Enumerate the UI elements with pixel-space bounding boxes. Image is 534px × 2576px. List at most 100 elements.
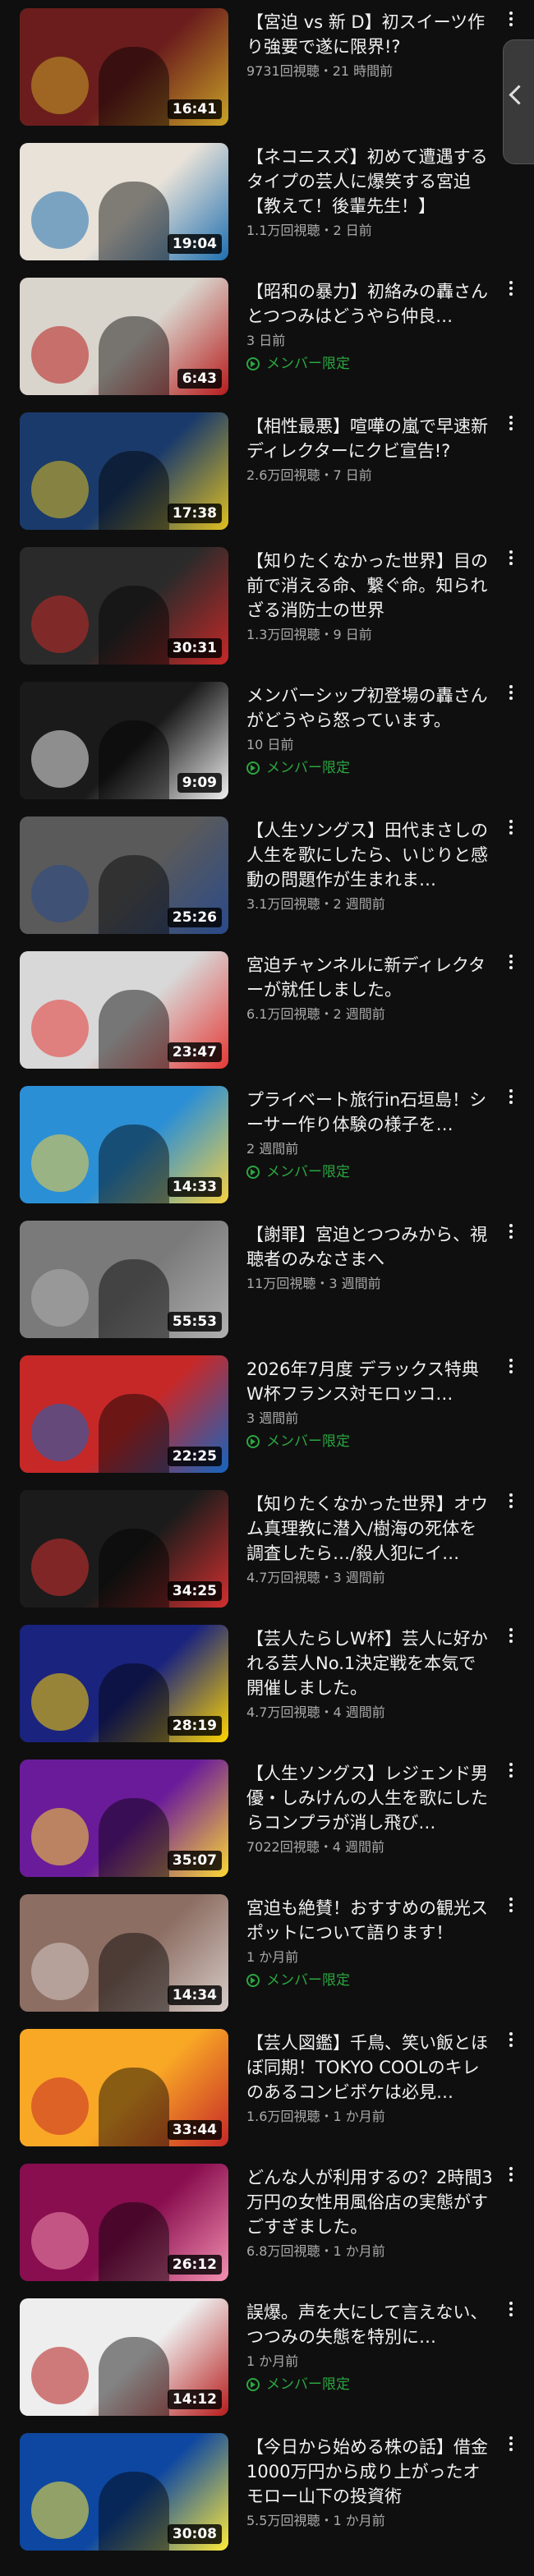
video-title[interactable]: 【今日から始める株の話】借金1000万円から成り上がったオモロー山下の投資術 — [246, 2435, 493, 2509]
video-duration: 30:08 — [167, 2524, 222, 2544]
video-title[interactable]: 宮迫も絶賛！おすすめの観光スポットについて語ります！ — [246, 1896, 493, 1945]
video-thumbnail[interactable]: 28:19 — [20, 1625, 228, 1742]
video-thumbnail[interactable]: 6:43 — [20, 278, 228, 395]
video-thumbnail[interactable]: 19:04 — [20, 143, 228, 260]
video-title[interactable]: 【昭和の暴力】初絡みの轟さんとつつみはどうやら仲良… — [246, 279, 493, 329]
video-title[interactable]: 【知りたくなかった世界】目の前で消える命、繋ぐ命。知られざる消防士の世界 — [246, 549, 493, 623]
video-list-item[interactable]: 26:12 どんな人が利用するの？2時間3万円の女性用風俗店の実態がすごすぎました… — [0, 2155, 534, 2290]
video-title[interactable]: 【芸人たらしW杯】芸人に好かれる芸人No.1決定戦を本気で開催しました。 — [246, 1626, 493, 1700]
video-title[interactable]: メンバーシップ初登場の轟さんがどうやら怒っています。 — [246, 683, 493, 733]
thumbnail-shape — [31, 2347, 89, 2404]
video-title[interactable]: 【宮迫 vs 新 D】初スイーツ作り強要で遂に限界!? — [246, 10, 493, 59]
video-thumbnail[interactable]: 34:25 — [20, 1490, 228, 1608]
more-options-dot — [509, 556, 513, 559]
video-list-item[interactable]: 14:34 宮迫も絶賛！おすすめの観光スポットについて語ります！ 1 か月前 メンバー… — [0, 1886, 534, 2021]
more-options-icon[interactable] — [503, 1628, 519, 1643]
membership-icon — [246, 357, 260, 370]
more-options-icon[interactable] — [503, 550, 519, 565]
video-title[interactable]: 【人生ソングス】レジェンド男優・しみけんの人生を歌にしたらコンプラが消し飛び… — [246, 1761, 493, 1835]
more-options-icon[interactable] — [503, 2436, 519, 2451]
thumbnail-shape — [31, 191, 89, 249]
video-list-item[interactable]: 22:25 2026年7月度 デラックス特典 W杯フランス対モロッコ… 3 週間前メ… — [0, 1347, 534, 1482]
video-list-item[interactable]: 30:08 【今日から始める株の話】借金1000万円から成り上がったオモロー山下の… — [0, 2425, 534, 2560]
more-options-icon[interactable] — [503, 1224, 519, 1239]
video-thumbnail[interactable]: 26:12 — [20, 2164, 228, 2281]
video-list-item[interactable]: 55:53 【謝罪】宮迫とつつみから、視聴者のみなさまへ 11万回視聴・3 週間前 — [0, 1212, 534, 1347]
more-options-icon[interactable] — [503, 2302, 519, 2316]
video-thumbnail[interactable]: 9:09 — [20, 682, 228, 799]
video-title[interactable]: プライベート旅行in石垣島！シーサー作り体験の様子を… — [246, 1088, 493, 1137]
thumbnail-shape — [99, 1933, 169, 2012]
video-list-item[interactable]: 9:09 メンバーシップ初登場の轟さんがどうやら怒っています。 10 日前 メンバー限… — [0, 674, 534, 808]
more-options-icon[interactable] — [503, 1493, 519, 1508]
video-title[interactable]: 2026年7月度 デラックス特典 W杯フランス対モロッコ… — [246, 1357, 493, 1406]
video-title[interactable]: 宮迫チャンネルに新ディレクターが就任しました。 — [246, 953, 493, 1002]
thumbnail-shape — [31, 865, 89, 922]
video-list-item[interactable]: 33:44 【芸人図鑑】千鳥、笑い飯とほぼ同期！TOKYO COOLのキレのあるコ… — [0, 2021, 534, 2155]
video-list-item[interactable]: 23:47 宮迫チャンネルに新ディレクターが就任しました。 6.1万回視聴・2 週間… — [0, 943, 534, 1078]
more-options-icon[interactable] — [503, 1898, 519, 1912]
members-only-badge: メンバー限定 — [246, 355, 493, 373]
more-options-dot — [509, 2302, 513, 2305]
video-title[interactable]: 【芸人図鑑】千鳥、笑い飯とほぼ同期！TOKYO COOLのキレのあるコンビボケは… — [246, 2031, 493, 2104]
more-options-icon[interactable] — [503, 12, 519, 26]
more-options-icon[interactable] — [503, 954, 519, 969]
more-options-icon[interactable] — [503, 416, 519, 430]
thumbnail-shape — [31, 326, 89, 384]
video-list-item[interactable]: 25:26 【人生ソングス】田代まさしの人生を歌にしたら、いじりと感動の問題作が生… — [0, 808, 534, 943]
side-panel-toggle[interactable] — [503, 39, 534, 164]
video-duration: 25:26 — [167, 908, 222, 927]
video-title[interactable]: 【ネコニスズ】初めて遭遇するタイプの芸人に爆笑する宮迫【教えて！後輩先生！】 — [246, 145, 493, 218]
video-list-item[interactable]: 19:04 【ネコニスズ】初めて遭遇するタイプの芸人に爆笑する宮迫【教えて！後輩先… — [0, 135, 534, 269]
video-thumbnail[interactable]: 17:38 — [20, 412, 228, 530]
video-meta: 6.1万回視聴・2 週間前 — [246, 1006, 385, 1022]
video-duration: 55:53 — [167, 1312, 222, 1332]
members-only-label: メンバー限定 — [266, 1972, 350, 1989]
more-options-dot — [509, 1499, 513, 1502]
video-list-item[interactable]: 30:31 【知りたくなかった世界】目の前で消える命、繋ぐ命。知られざる消防士の世… — [0, 539, 534, 674]
members-only-badge: メンバー限定 — [246, 1163, 493, 1181]
video-list-item[interactable]: 34:25 【知りたくなかった世界】オウム真理教に潜入/樹海の死体を調査したら…/… — [0, 1482, 534, 1617]
video-list-item[interactable]: 17:38 【相性最悪】喧嘩の嵐で早速新ディレクターにクビ宣告!? 2.6万回視聴・… — [0, 404, 534, 539]
video-thumbnail[interactable]: 25:26 — [20, 816, 228, 934]
video-thumbnail[interactable]: 55:53 — [20, 1221, 228, 1338]
video-thumbnail[interactable]: 33:44 — [20, 2029, 228, 2146]
more-options-dot — [509, 2038, 513, 2041]
more-options-icon[interactable] — [503, 1359, 519, 1373]
video-title[interactable]: 【人生ソングス】田代まさしの人生を歌にしたら、いじりと感動の問題作が生まれま… — [246, 818, 493, 892]
video-thumbnail[interactable]: 22:25 — [20, 1355, 228, 1473]
video-thumbnail[interactable]: 14:12 — [20, 2298, 228, 2416]
video-thumbnail[interactable]: 30:08 — [20, 2433, 228, 2551]
video-list-item[interactable]: 14:33 プライベート旅行in石垣島！シーサー作り体験の様子を… 2 週間前 メンバ… — [0, 1078, 534, 1212]
more-options-dot — [509, 23, 513, 26]
video-list-item[interactable]: 6:43 【昭和の暴力】初絡みの轟さんとつつみはどうやら仲良… 3 日前 メンバー限定 — [0, 269, 534, 404]
video-info: 宮迫も絶賛！おすすめの観光スポットについて語ります！ 1 か月前 メンバー限定 — [246, 1896, 493, 1990]
more-options-icon[interactable] — [503, 2032, 519, 2047]
video-title[interactable]: 誤爆。声を大にして言えない、つつみの失態を特別に… — [246, 2300, 493, 2349]
video-title[interactable]: 【相性最悪】喧嘩の嵐で早速新ディレクターにクビ宣告!? — [246, 414, 493, 463]
video-list-item[interactable]: 28:19 【芸人たらしW杯】芸人に好かれる芸人No.1決定戦を本気で開催しました… — [0, 1617, 534, 1751]
more-options-icon[interactable] — [503, 1089, 519, 1104]
more-options-icon[interactable] — [503, 2167, 519, 2182]
thumbnail-shape — [31, 1943, 89, 2000]
video-list-item[interactable]: 16:41 【宮迫 vs 新 D】初スイーツ作り強要で遂に限界!? 9731回視聴・… — [0, 0, 534, 135]
video-title[interactable]: どんな人が利用するの？2時間3万円の女性用風俗店の実態がすごすぎました。 — [246, 2165, 493, 2239]
thumbnail-shape — [99, 990, 169, 1069]
video-thumbnail[interactable]: 16:41 — [20, 8, 228, 126]
video-thumbnail[interactable]: 30:31 — [20, 547, 228, 665]
video-thumbnail[interactable]: 14:34 — [20, 1894, 228, 2012]
video-thumbnail[interactable]: 14:33 — [20, 1086, 228, 1203]
more-options-icon[interactable] — [503, 281, 519, 296]
members-only-label: メンバー限定 — [266, 1433, 350, 1450]
video-title[interactable]: 【知りたくなかった世界】オウム真理教に潜入/樹海の死体を調査したら…/殺人犯にイ… — [246, 1492, 493, 1566]
video-list-item[interactable]: 14:12 誤爆。声を大にして言えない、つつみの失態を特別に… 1 か月前 メンバー限… — [0, 2290, 534, 2425]
video-title[interactable]: 【謝罪】宮迫とつつみから、視聴者のみなさまへ — [246, 1222, 493, 1272]
more-options-icon[interactable] — [503, 1763, 519, 1778]
more-options-icon[interactable] — [503, 685, 519, 700]
thumbnail-shape — [31, 57, 89, 114]
video-thumbnail[interactable]: 35:07 — [20, 1760, 228, 1877]
members-only-badge: メンバー限定 — [246, 1971, 493, 1990]
more-options-icon[interactable] — [503, 820, 519, 835]
video-list-item[interactable]: 35:07 【人生ソングス】レジェンド男優・しみけんの人生を歌にしたらコンプラが消… — [0, 1751, 534, 1886]
video-thumbnail[interactable]: 23:47 — [20, 951, 228, 1069]
